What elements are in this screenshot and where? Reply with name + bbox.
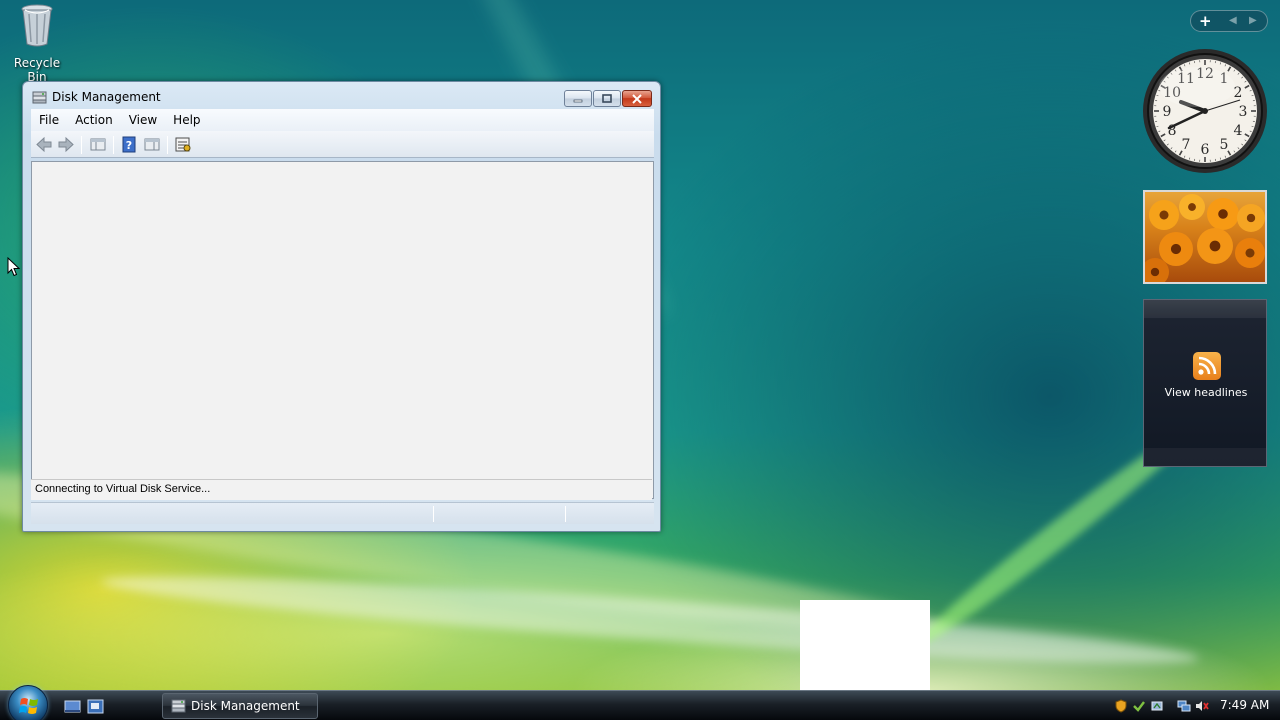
switch-windows-icon [87,699,104,714]
menu-file[interactable]: File [31,109,67,131]
properties-icon [175,137,191,152]
volume-muted-icon[interactable] [1195,699,1209,713]
help-button[interactable]: ? [120,136,138,153]
recycle-bin-desktop-icon[interactable]: Recycle Bin [4,2,70,84]
add-gadget-icon[interactable]: + [1199,12,1212,30]
status-message: Connecting to Virtual Disk Service... [31,479,652,500]
flower-image [1145,258,1169,282]
minimize-icon [573,99,583,102]
network-icon[interactable] [1177,699,1191,713]
start-button[interactable] [8,685,48,720]
flower-image [1179,194,1205,220]
toolbar-separator [167,136,168,154]
slideshow-gadget[interactable] [1143,190,1267,284]
flower-image [1149,200,1179,230]
close-button[interactable] [622,90,652,107]
close-icon [632,93,642,104]
gadget-controls: + ◀ ▶ [1190,10,1268,32]
status-bar [31,502,654,524]
taskbar: Disk Management 7:49 AM [0,685,1280,720]
disk-management-icon [171,699,186,713]
taskbar-button-label: Disk Management [191,699,300,713]
menu-view[interactable]: View [121,109,165,131]
flower-image [1197,228,1233,264]
show-hide-console-tree-icon [90,138,106,151]
mouse-cursor [7,256,21,277]
help-icon: ? [122,136,136,153]
menu-action[interactable]: Action [67,109,121,131]
main-content-pane[interactable] [31,161,654,499]
properties-button[interactable] [174,136,192,153]
title-bar[interactable]: Disk Management [23,82,660,110]
disk-management-window: Disk Management File Action View Help ? [22,81,661,532]
clock-number: 3 [1239,104,1248,120]
clock-gadget[interactable]: 121234567891011 [1141,47,1269,175]
show-desktop-icon [64,700,81,713]
disk-management-icon [32,91,47,104]
svg-text:?: ? [126,139,132,152]
feed-header [1144,300,1266,318]
taskbar-disk-management-button[interactable]: Disk Management [162,693,318,719]
feed-headlines-gadget[interactable]: View headlines [1143,299,1267,467]
status-bar-separator [565,506,566,522]
clock-number: 9 [1163,104,1172,120]
wallpaper-streak [99,561,1201,679]
system-clock[interactable]: 7:49 AM [1220,698,1269,712]
forward-arrow-icon [58,136,74,153]
windows-update-icon[interactable] [1132,699,1146,713]
previous-page-icon[interactable]: ◀ [1229,15,1237,26]
window-title: Disk Management [52,90,161,104]
show-desktop-button[interactable] [64,699,81,714]
maximize-icon [602,93,612,103]
menu-help[interactable]: Help [165,109,208,131]
recycle-bin-label: Recycle Bin [13,56,61,84]
show-hide-console-tree-button[interactable] [89,136,107,153]
device-icon[interactable] [1150,699,1164,713]
back-button[interactable] [35,136,53,153]
recycle-bin-icon [19,2,55,48]
feed-footer [1144,448,1266,466]
toolbar-separator [81,136,82,154]
clock-number: 4 [1233,123,1242,139]
minimize-button[interactable] [564,90,592,107]
next-page-icon[interactable]: ▶ [1249,15,1257,26]
show-hide-action-pane-icon [144,138,160,151]
toolbar-separator [113,136,114,154]
security-shield-icon[interactable] [1114,699,1128,713]
show-hide-action-pane-button[interactable] [143,136,161,153]
maximize-button[interactable] [593,90,621,107]
flower-image [1237,204,1265,232]
clock-number: 6 [1201,142,1210,158]
switch-windows-button[interactable] [87,699,104,714]
flower-image [1207,198,1239,230]
menu-bar: File Action View Help [31,109,654,131]
flower-image [1235,238,1265,268]
windows-logo-icon [19,698,38,714]
clock-number: 7 [1182,137,1191,153]
blank-white-region [800,600,930,690]
toolbar: ? [31,131,654,158]
rss-icon [1193,352,1221,380]
clock-number: 5 [1220,137,1229,153]
view-headlines-link[interactable]: View headlines [1144,386,1268,399]
back-arrow-icon [36,136,52,153]
status-bar-separator [433,506,434,522]
forward-button[interactable] [57,136,75,153]
